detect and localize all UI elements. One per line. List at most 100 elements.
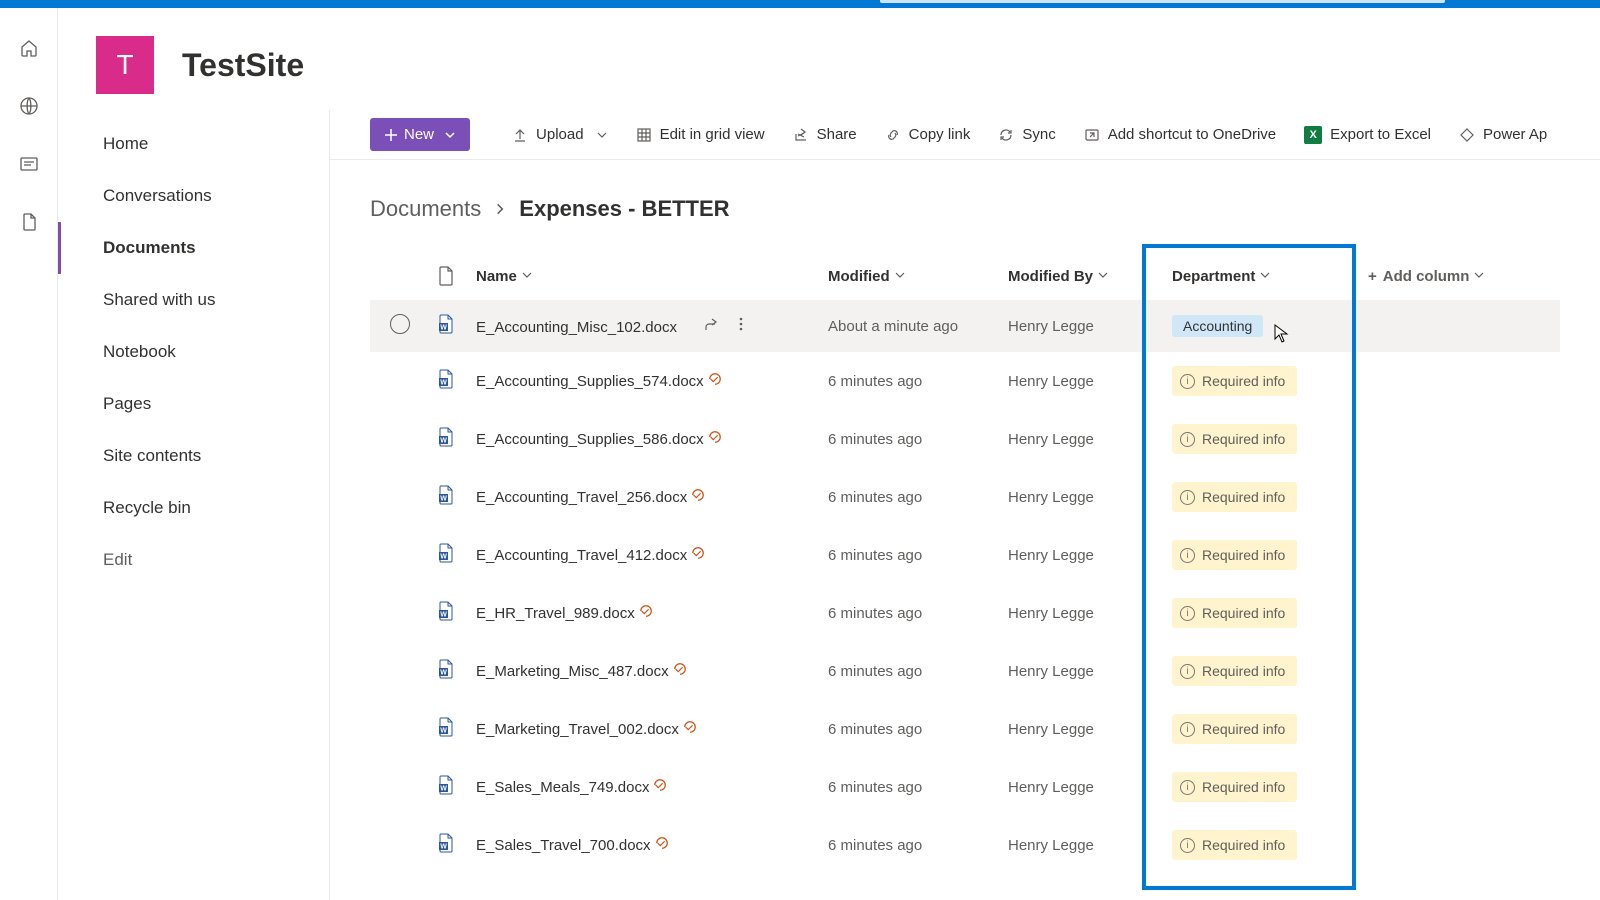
word-file-icon: W <box>438 601 454 621</box>
table-row[interactable]: WE_Marketing_Travel_002.docx6 minutes ag… <box>370 700 1560 758</box>
shortcut-icon <box>1084 127 1100 143</box>
department-cell[interactable]: iRequired info <box>1164 758 1360 816</box>
export-excel-button[interactable]: XExport to Excel <box>1294 120 1441 150</box>
required-info-badge[interactable]: iRequired info <box>1172 714 1297 744</box>
plus-icon: + <box>1368 268 1377 285</box>
filetype-header[interactable] <box>430 252 468 300</box>
nav-item-documents[interactable]: Documents <box>58 222 329 274</box>
power-apps-button[interactable]: Power Ap <box>1449 120 1557 149</box>
file-name[interactable]: E_Accounting_Travel_412.docx <box>476 547 687 564</box>
department-cell[interactable]: iRequired info <box>1164 410 1360 468</box>
column-modified-by[interactable]: Modified By <box>1000 252 1164 300</box>
file-name[interactable]: E_Accounting_Misc_102.docx <box>476 319 677 336</box>
modified-by-cell[interactable]: Henry Legge <box>1000 758 1164 816</box>
department-cell[interactable]: iRequired info <box>1164 352 1360 410</box>
modified-by-cell[interactable]: Henry Legge <box>1000 468 1164 526</box>
word-file-icon: W <box>438 485 454 505</box>
breadcrumb-root[interactable]: Documents <box>370 196 481 222</box>
department-cell[interactable]: iRequired info <box>1164 526 1360 584</box>
modified-by-cell[interactable]: Henry Legge <box>1000 700 1164 758</box>
home-icon[interactable] <box>19 38 39 58</box>
nav-item-recycle-bin[interactable]: Recycle bin <box>58 482 329 534</box>
column-department[interactable]: Department <box>1164 252 1360 300</box>
required-info-badge[interactable]: iRequired info <box>1172 656 1297 686</box>
department-cell[interactable]: iRequired info <box>1164 642 1360 700</box>
modified-by-cell[interactable]: Henry Legge <box>1000 352 1164 410</box>
share-icon[interactable] <box>703 316 719 332</box>
file-name[interactable]: E_Marketing_Travel_002.docx <box>476 721 679 738</box>
nav-item-home[interactable]: Home <box>58 118 329 170</box>
site-title[interactable]: TestSite <box>182 47 304 84</box>
globe-icon[interactable] <box>19 96 39 116</box>
file-name[interactable]: E_Accounting_Supplies_574.docx <box>476 373 704 390</box>
table-row[interactable]: WE_Accounting_Travel_412.docx6 minutes a… <box>370 526 1560 584</box>
department-cell[interactable]: iRequired info <box>1164 700 1360 758</box>
required-info-badge[interactable]: iRequired info <box>1172 830 1297 860</box>
required-info-badge[interactable]: iRequired info <box>1172 482 1297 512</box>
table-row[interactable]: WE_HR_Travel_989.docx6 minutes agoHenry … <box>370 584 1560 642</box>
modified-cell: 6 minutes ago <box>820 642 1000 700</box>
required-info-badge[interactable]: iRequired info <box>1172 366 1297 396</box>
nav-item-conversations[interactable]: Conversations <box>58 170 329 222</box>
breadcrumb: Documents Expenses - BETTER <box>330 160 1600 252</box>
app-bar <box>0 8 58 900</box>
add-column-button[interactable]: +Add column <box>1360 252 1560 300</box>
file-name[interactable]: E_Accounting_Supplies_586.docx <box>476 431 704 448</box>
table-row[interactable]: WE_Accounting_Misc_102.docxAbout a minut… <box>370 300 1560 352</box>
required-info-badge[interactable]: iRequired info <box>1172 540 1297 570</box>
nav-item-pages[interactable]: Pages <box>58 378 329 430</box>
required-info-badge[interactable]: iRequired info <box>1172 772 1297 802</box>
column-name[interactable]: Name <box>468 252 820 300</box>
files-icon[interactable] <box>19 212 39 232</box>
suite-search-placeholder[interactable] <box>880 0 1445 3</box>
modified-by-cell[interactable]: Henry Legge <box>1000 584 1164 642</box>
chevron-down-icon <box>1473 269 1485 281</box>
site-logo[interactable]: T <box>96 36 154 94</box>
svg-text:W: W <box>440 380 447 387</box>
edit-grid-button[interactable]: Edit in grid view <box>626 120 775 149</box>
department-cell[interactable]: iRequired info <box>1164 468 1360 526</box>
department-cell[interactable]: Accounting <box>1164 300 1360 352</box>
copy-link-button[interactable]: Copy link <box>875 120 981 149</box>
news-icon[interactable] <box>19 154 39 174</box>
info-icon: i <box>1180 548 1195 563</box>
file-name[interactable]: E_Accounting_Travel_256.docx <box>476 489 687 506</box>
sync-button[interactable]: Sync <box>988 120 1065 149</box>
select-all-header[interactable] <box>370 252 430 300</box>
table-row[interactable]: WE_Accounting_Supplies_586.docx6 minutes… <box>370 410 1560 468</box>
modified-by-cell[interactable]: Henry Legge <box>1000 642 1164 700</box>
modified-by-cell[interactable]: Henry Legge <box>1000 410 1164 468</box>
file-name[interactable]: E_Sales_Meals_749.docx <box>476 779 649 796</box>
department-tag[interactable]: Accounting <box>1172 315 1263 337</box>
department-cell[interactable]: iRequired info <box>1164 584 1360 642</box>
nav-edit-link[interactable]: Edit <box>58 534 329 586</box>
file-name[interactable]: E_Marketing_Misc_487.docx <box>476 663 669 680</box>
column-modified[interactable]: Modified <box>820 252 1000 300</box>
modified-by-cell[interactable]: Henry Legge <box>1000 816 1164 874</box>
department-cell[interactable]: iRequired info <box>1164 816 1360 874</box>
upload-button[interactable]: Upload <box>502 120 618 149</box>
table-row[interactable]: WE_Accounting_Travel_256.docx6 minutes a… <box>370 468 1560 526</box>
grid-icon <box>636 127 652 143</box>
required-info-badge[interactable]: iRequired info <box>1172 598 1297 628</box>
file-name[interactable]: E_Sales_Travel_700.docx <box>476 837 651 854</box>
add-shortcut-button[interactable]: Add shortcut to OneDrive <box>1074 120 1286 149</box>
nav-item-notebook[interactable]: Notebook <box>58 326 329 378</box>
modified-by-cell[interactable]: Henry Legge <box>1000 526 1164 584</box>
select-row-checkbox[interactable] <box>390 314 410 334</box>
table-row[interactable]: WE_Sales_Travel_700.docx6 minutes agoHen… <box>370 816 1560 874</box>
share-button[interactable]: Share <box>783 120 867 149</box>
required-info-badge[interactable]: iRequired info <box>1172 424 1297 454</box>
table-row[interactable]: WE_Marketing_Misc_487.docx6 minutes agoH… <box>370 642 1560 700</box>
table-row[interactable]: WE_Sales_Meals_749.docx6 minutes agoHenr… <box>370 758 1560 816</box>
file-name[interactable]: E_HR_Travel_989.docx <box>476 605 635 622</box>
command-bar: New Upload Edit in grid view Share Copy … <box>330 110 1600 160</box>
nav-item-site-contents[interactable]: Site contents <box>58 430 329 482</box>
new-button[interactable]: New <box>370 118 470 151</box>
table-row[interactable]: WE_Accounting_Supplies_574.docx6 minutes… <box>370 352 1560 410</box>
modified-by-cell[interactable]: Henry Legge <box>1000 300 1164 352</box>
word-file-icon: W <box>438 314 454 334</box>
nav-item-shared-with-us[interactable]: Shared with us <box>58 274 329 326</box>
more-actions-icon[interactable] <box>733 316 749 332</box>
checked-out-icon <box>673 662 687 676</box>
